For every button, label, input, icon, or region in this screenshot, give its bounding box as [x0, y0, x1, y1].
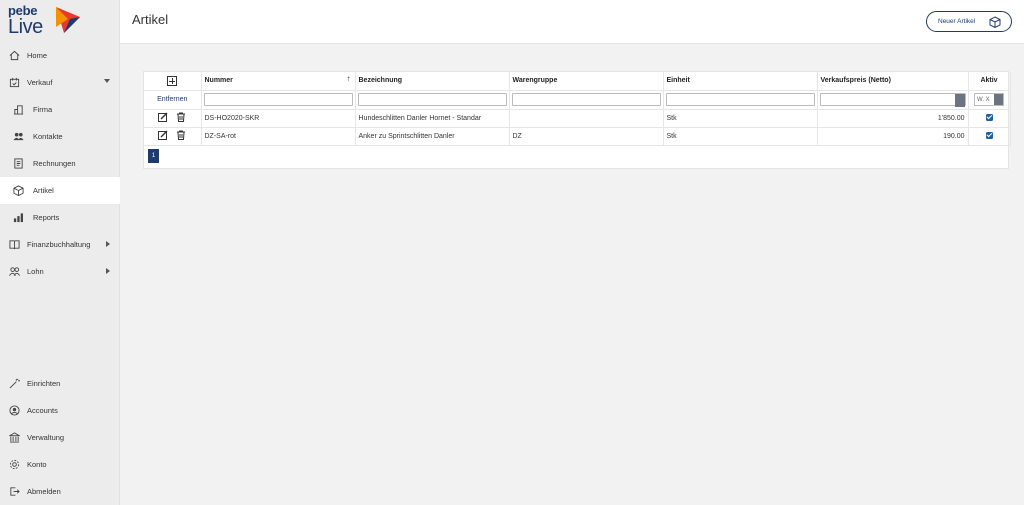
sidebar-item-accounts[interactable]: Accounts: [0, 397, 120, 424]
new-article-button[interactable]: Neuer Artikel: [926, 11, 1012, 32]
main-content: Artikel Neuer Artikel Nummer ↑ Bezeichnu…: [120, 0, 1024, 505]
filter-aktiv-select[interactable]: W. X: [974, 93, 1004, 106]
sidebar-item-label: Abmelden: [27, 487, 61, 496]
column-header-aktiv[interactable]: Aktiv: [968, 72, 1011, 91]
company-icon: [12, 104, 24, 116]
app-logo[interactable]: pebe Live: [0, 0, 119, 42]
sidebar-item-rechnungen[interactable]: Rechnungen: [0, 150, 120, 177]
cell-warengruppe: DZ: [509, 127, 664, 146]
cell-nummer: DS-HO2020-SKR: [201, 109, 356, 128]
chevron-down-icon: [104, 79, 110, 83]
sidebar-item-label: Einrichten: [27, 379, 61, 388]
sidebar-item-label: Accounts: [27, 406, 58, 415]
sidebar-item-label: Finanzbuchhaltung: [27, 240, 91, 249]
sidebar-item-verkauf[interactable]: Verkauf: [0, 69, 120, 96]
logo-arrow-icon: [56, 7, 80, 33]
filter-row: Entfernen W. X: [144, 90, 1011, 110]
sidebar-item-finanzbuchhaltung[interactable]: Finanzbuchhaltung: [0, 231, 120, 258]
sidebar-item-label: Konto: [27, 460, 47, 469]
sidebar-item-reports[interactable]: Reports: [0, 204, 120, 231]
sidebar-item-abmelden[interactable]: Abmelden: [0, 478, 120, 505]
sidebar-item-label: Artikel: [33, 186, 54, 195]
cell-bezeichnung: Anker zu Sprintschlitten Danler: [355, 127, 510, 146]
account-icon: [8, 405, 20, 417]
new-article-label: Neuer Artikel: [938, 18, 976, 25]
trash-icon[interactable]: [176, 112, 186, 124]
sidebar-item-label: Reports: [33, 213, 60, 222]
filter-aktiv-value: W. X: [977, 96, 990, 103]
sidebar-item-label: Home: [27, 51, 48, 60]
column-header-bezeichnung[interactable]: Bezeichnung: [355, 72, 510, 91]
trash-icon[interactable]: [176, 130, 186, 142]
gear-icon: [8, 459, 20, 471]
filter-nummer-input[interactable]: [203, 93, 353, 106]
filter-einheit-input[interactable]: [665, 93, 815, 106]
logout-icon: [8, 486, 20, 498]
cell-preis: 190.00: [817, 127, 969, 146]
cell-bezeichnung: Hundeschlitten Danler Hornet - Standar: [355, 109, 510, 128]
pagination-page-button[interactable]: 1: [148, 149, 159, 163]
edit-icon[interactable]: [158, 130, 168, 142]
bank-icon: [8, 432, 20, 444]
table-row[interactable]: DS-HO2020-SKR Hundeschlitten Danler Horn…: [144, 109, 1011, 128]
sidebar-item-home[interactable]: Home: [0, 42, 120, 69]
people-icon: [8, 266, 20, 278]
sidebar-item-label: Verwaltung: [27, 433, 65, 442]
cell-warengruppe: [509, 109, 664, 128]
chevron-right-icon: [106, 268, 110, 274]
row-actions: [144, 109, 202, 128]
cell-einheit: Stk: [663, 127, 818, 146]
sidebar-item-label: Kontakte: [33, 132, 63, 141]
table-row[interactable]: DZ-SA-rot Anker zu Sprintschlitten Danle…: [144, 127, 1011, 146]
add-icon[interactable]: [167, 75, 178, 86]
cell-nummer: DZ-SA-rot: [201, 127, 356, 146]
home-icon: [8, 50, 20, 62]
table-header-row: Nummer ↑ Bezeichnung Warengruppe Einheit …: [144, 72, 1011, 91]
column-header-einheit[interactable]: Einheit: [663, 72, 818, 91]
book-icon: [8, 239, 20, 251]
sidebar-item-label: Lohn: [27, 267, 44, 276]
row-actions: [144, 127, 202, 146]
articles-grid: Nummer ↑ Bezeichnung Warengruppe Einheit …: [143, 71, 1011, 169]
sidebar-item-kontakte[interactable]: Kontakte: [0, 123, 120, 150]
sidebar-item-label: Verkauf: [27, 78, 53, 87]
aktiv-checkbox[interactable]: [985, 131, 993, 139]
invoice-icon: [12, 158, 24, 170]
sidebar-item-lohn[interactable]: Lohn: [0, 258, 120, 285]
add-row-cell: [144, 72, 202, 91]
sort-asc-icon: ↑: [346, 74, 351, 83]
column-header-nummer[interactable]: Nummer ↑: [201, 72, 356, 91]
sidebar-item-label: Firma: [33, 105, 53, 114]
sidebar-item-label: Rechnungen: [33, 159, 76, 168]
page-header: Artikel Neuer Artikel: [120, 0, 1024, 44]
number-spinner[interactable]: [954, 93, 965, 107]
column-header-verkaufspreis[interactable]: Verkaufspreis (Netto): [817, 72, 969, 91]
column-header-warengruppe[interactable]: Warengruppe: [509, 72, 664, 91]
box-icon: [12, 185, 24, 197]
magic-wand-icon: [8, 378, 20, 390]
sidebar-item-artikel[interactable]: Artikel: [0, 177, 120, 204]
sidebar-item-einrichten[interactable]: Einrichten: [0, 370, 120, 397]
sales-icon: [8, 77, 20, 89]
chart-icon: [12, 212, 24, 224]
filter-warengruppe-input[interactable]: [511, 93, 661, 106]
box-icon: [989, 16, 1001, 28]
filter-bezeichnung-input[interactable]: [357, 93, 507, 106]
chevron-right-icon: [106, 241, 110, 247]
remove-filter-link[interactable]: Entfernen: [146, 96, 199, 103]
page-title: Artikel: [132, 12, 169, 27]
chevron-down-icon: [994, 94, 1003, 105]
edit-icon[interactable]: [158, 112, 168, 124]
cell-preis: 1'850.00: [817, 109, 969, 128]
filter-preis-input[interactable]: [819, 93, 966, 106]
sidebar: pebe Live Home Verkauf Firma Kontakte Re…: [0, 0, 120, 505]
sidebar-item-konto[interactable]: Konto: [0, 451, 120, 478]
cell-einheit: Stk: [663, 109, 818, 128]
sidebar-item-verwaltung[interactable]: Verwaltung: [0, 424, 120, 451]
sidebar-item-firma[interactable]: Firma: [0, 96, 120, 123]
aktiv-checkbox[interactable]: [985, 113, 993, 121]
contacts-icon: [12, 131, 24, 143]
